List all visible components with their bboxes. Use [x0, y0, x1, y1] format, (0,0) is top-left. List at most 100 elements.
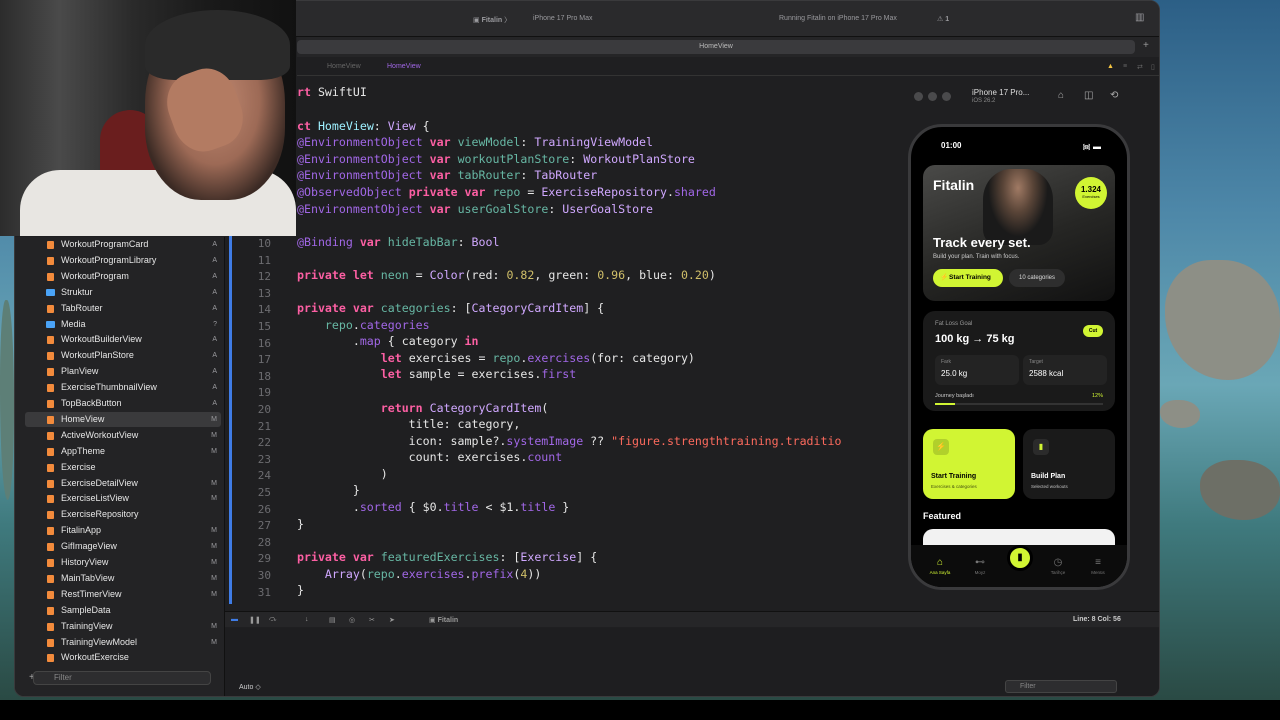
scheme-selector[interactable]: ▣ Fitalin 〉 [473, 15, 511, 25]
navigator-item[interactable]: ExerciseRepository [25, 507, 221, 522]
navigator-item[interactable]: TrainingViewModel M [25, 635, 221, 650]
line-number: 29 [257, 552, 271, 566]
navigator-item[interactable]: Struktur A [25, 285, 221, 300]
source-control-status: A [212, 272, 217, 280]
navigator-item[interactable]: WorkoutPlanStore A [25, 348, 221, 363]
step-over-icon[interactable]: ⤼ [269, 616, 276, 624]
debug-console: Auto ◇ Filter [225, 628, 1159, 696]
navigator-item-label: HistoryView [61, 557, 109, 567]
webcam-person-cap [145, 10, 290, 80]
start-training-card[interactable]: ⚡ Start Training Exercises & categories [923, 429, 1015, 499]
line-number: 26 [257, 502, 271, 516]
navigator-item[interactable]: SampleData [25, 603, 221, 618]
navigator-filter-input[interactable]: Filter [33, 671, 211, 685]
screenshot-icon[interactable]: ◫ [1084, 90, 1093, 101]
folder-icon [46, 288, 55, 296]
jumpbar-path[interactable]: HomeView [327, 63, 361, 70]
device-selector[interactable]: iPhone 17 Pro Max [533, 15, 593, 22]
navigator-item[interactable]: Exercise [25, 460, 221, 475]
navigator-item[interactable]: HistoryView M [25, 555, 221, 570]
debug-view-hierarchy-icon[interactable]: ▤ [329, 616, 336, 624]
tab-homeview[interactable]: HomeView [297, 40, 1135, 54]
rotate-icon[interactable]: ⟲ [1110, 90, 1118, 101]
minimize-button[interactable] [928, 92, 937, 101]
debug-target[interactable]: ▣ Fitalin [429, 616, 458, 624]
environment-overrides-icon[interactable]: ◎ [349, 616, 355, 624]
cursor-position: Line: 8 Col: 56 [1073, 616, 1121, 623]
navigator-item[interactable]: TrainingView M [25, 619, 221, 634]
variables-view-scope[interactable]: Auto ◇ [239, 683, 261, 691]
navigator-item[interactable]: WorkoutExercise [25, 650, 221, 665]
code-line: @EnvironmentObject var tabRouter: TabRou… [297, 168, 598, 182]
home-icon[interactable]: ⌂ [1058, 90, 1064, 101]
navigator-item-label: ExerciseDetailView [61, 477, 138, 488]
line-number: 24 [257, 469, 271, 483]
source-control-status: M [211, 527, 217, 535]
simulate-location-icon[interactable]: ✂ [369, 616, 375, 624]
tab-menu[interactable]: ≡ Menüs [1083, 557, 1113, 575]
navigator-item[interactable]: RestTimerView M [25, 587, 221, 602]
navigator-item-label: WorkoutProgramCard [61, 239, 149, 249]
step-into-icon[interactable]: ↓ [305, 616, 309, 623]
adjust-editor-icon[interactable]: ≡ [1123, 63, 1127, 70]
line-number: 10 [257, 237, 271, 250]
code-line: @EnvironmentObject var userGoalStore: Us… [297, 202, 654, 216]
inspector-toggle-icon[interactable]: ▥ [1135, 12, 1144, 23]
navigator-item[interactable]: ActiveWorkoutView M [25, 428, 221, 443]
related-items-icon[interactable]: ⇄ [1137, 63, 1143, 71]
wallpaper-rock [1160, 400, 1200, 428]
navigator-item-label: WorkoutBuilderView [61, 334, 142, 345]
navigator-item[interactable]: ExerciseListView M [25, 491, 221, 506]
tab-history[interactable]: ◷ Tarihçe [1043, 557, 1073, 575]
navigator-item[interactable]: WorkoutProgramLibrary A [25, 253, 221, 268]
swift-file-icon [47, 272, 54, 281]
tab-home[interactable]: ⌂ Ana Sayfa [925, 557, 955, 575]
journey-percent: 12% [1091, 393, 1103, 399]
navigator-item[interactable]: ExerciseDetailView M [25, 476, 221, 491]
add-editor-icon[interactable]: ▯ [1151, 63, 1155, 71]
console-filter-input[interactable]: Filter [1005, 680, 1117, 693]
navigator-item-label: WorkoutProgramLibrary [61, 254, 157, 265]
close-button[interactable] [914, 92, 923, 101]
warning-badge[interactable]: ⚠ 1 [937, 15, 949, 23]
wallpaper-rock [1165, 260, 1280, 380]
warning-icon[interactable]: ▲ [1107, 63, 1114, 70]
navigator-item[interactable]: WorkoutBuilderView A [25, 332, 221, 347]
iphone-simulator-screen[interactable]: 01:00 ᯼ ▬ Fitalin 1.324 Exercises Track … [908, 124, 1130, 590]
navigator-item[interactable]: ExerciseThumbnailView A [25, 380, 221, 395]
navigator-item[interactable]: WorkoutProgramCard A [25, 237, 221, 252]
line-number: 27 [257, 519, 271, 533]
navigator-item[interactable]: MainTabView M [25, 571, 221, 586]
navigator-item[interactable]: HomeView M [25, 411, 221, 427]
card-title: Build Plan [1031, 473, 1066, 480]
navigator-item[interactable]: TopBackButton A [25, 396, 221, 411]
zoom-button[interactable] [942, 92, 951, 101]
add-tab-icon[interactable]: + [1143, 40, 1149, 51]
navigator-item[interactable]: AppTheme M [25, 444, 221, 459]
navigator-item[interactable]: TabRouter A [25, 301, 221, 316]
tab-workouts[interactable]: ⊷ Moyz [965, 557, 995, 575]
jumpbar-symbol[interactable]: HomeView [387, 63, 421, 70]
pause-icon[interactable]: ❚❚ [249, 616, 261, 624]
navigator-item[interactable]: GifImageView M [25, 539, 221, 554]
goal-card[interactable]: Fat Loss Goal 100 kg → 75 kg Cut Fark 25… [923, 311, 1115, 411]
hide-debug-area-icon[interactable]: ▬ [231, 616, 238, 623]
location-icon[interactable]: ➤ [389, 616, 395, 624]
swift-file-icon [47, 574, 54, 583]
navigator-item[interactable]: Media? [25, 317, 221, 332]
stat-value: 2588 kcal [1029, 369, 1064, 378]
build-plan-card[interactable]: ▮ Build Plan Selected workouts [1023, 429, 1115, 499]
card-title: Start Training [931, 473, 977, 480]
goal-label: Fat Loss Goal [935, 321, 973, 327]
navigator-item[interactable]: PlanView A [25, 364, 221, 379]
navigator-item[interactable]: FitalinApp M [25, 523, 221, 538]
source-editor[interactable]: 10 11 12 13 14 15 16 17 18 19 20 21 22 23 24 25 26 27 28 29… [225, 77, 905, 605]
tab-center-plan[interactable]: ▮ [1007, 545, 1033, 571]
line-number: 25 [257, 486, 271, 499]
navigator-item[interactable]: WorkoutProgram A [25, 269, 221, 284]
app-tab-bar: ⌂ Ana Sayfa ⊷ Moyz ▮ ◷ Tarihçe ≡ Menüs [911, 545, 1127, 587]
navigator-item-label: AppTheme [61, 445, 106, 456]
categories-chip[interactable]: 10 categories [1009, 269, 1065, 287]
code-line: return CategoryCardItem( [380, 401, 549, 415]
start-training-button[interactable]: ⚡ Start Training [933, 269, 1003, 287]
